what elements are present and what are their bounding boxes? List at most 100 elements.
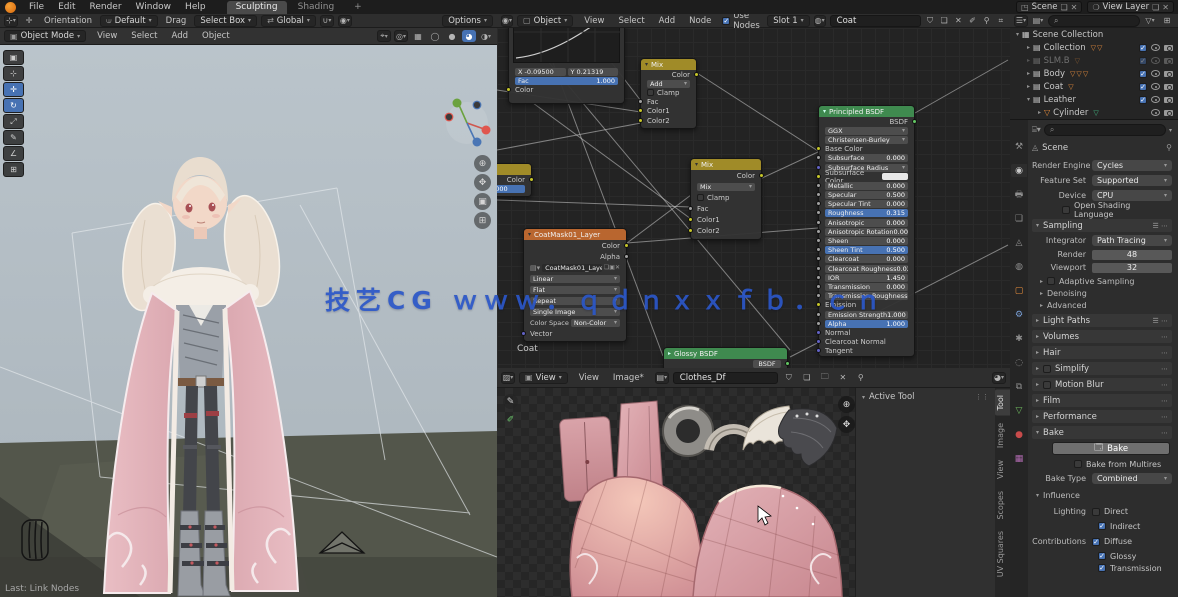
principled-row-ggx[interactable]: GGX▾ [819, 126, 914, 135]
image-menu-view[interactable]: View [572, 371, 606, 385]
properties-tab-object[interactable]: ▢ [1011, 284, 1027, 297]
hide-eye-icon[interactable] [1151, 44, 1160, 51]
exclude-checkbox[interactable]: ✓ [1139, 83, 1147, 91]
exclude-checkbox[interactable]: ✓ [1139, 57, 1147, 65]
shading-rendered-icon[interactable]: ◑▾ [479, 30, 493, 42]
unlink-material-icon[interactable]: ✕ [953, 15, 963, 27]
viewport-ortho-grid-icon[interactable]: ⊞ [474, 212, 491, 229]
properties-tab-data[interactable]: ▽ [1011, 404, 1027, 417]
mix-mix-color1-input[interactable]: Color1 [691, 214, 761, 225]
outliner-filter-icon[interactable]: ▽▾ [1143, 15, 1157, 27]
shader-type-dropdown[interactable]: ▢Object▾ [517, 15, 573, 27]
sidebar-tab-tool[interactable]: Tool [995, 390, 1010, 416]
properties-tab-output[interactable]: 🖶 [1011, 188, 1027, 201]
input-socket[interactable] [816, 220, 821, 225]
workspace-tab-sculpting[interactable]: Sculpting [227, 1, 287, 14]
section-options-icon[interactable]: ⋯ [1161, 349, 1168, 357]
disable-render-camera-icon[interactable] [1164, 58, 1173, 64]
mix-mix-color2-input[interactable]: Color2 [691, 225, 761, 236]
principled-row-roughness[interactable]: Roughness0.315 [819, 209, 914, 218]
outliner-row-coat[interactable]: ▸▤Coat▽✓ [1010, 80, 1178, 93]
sampling-section-header[interactable]: ▾Sampling☰ ⋯ [1032, 219, 1172, 232]
node-menu-select[interactable]: Select [611, 14, 651, 28]
curves-fac-slider[interactable]: Fac1.000 [515, 77, 618, 85]
workspace-tab-shading[interactable]: Shading [289, 1, 344, 14]
outliner-display-mode-icon[interactable]: ☰▾ [1014, 15, 1028, 27]
value-slider[interactable]: Anisotropic Rotation0.000 [825, 228, 908, 236]
influence-subpanel-header[interactable]: ▾Influence [1032, 489, 1172, 501]
mix-add-clamp-checkbox[interactable] [647, 89, 654, 96]
properties-tab-texture[interactable]: ▦ [1011, 452, 1027, 465]
image-pan-hand-icon[interactable]: ✥ [838, 416, 855, 433]
feature-set-dropdown[interactable]: Supported▾ [1092, 175, 1172, 186]
rgb-curves-node[interactable]: X -0.09500 Y 0.21319 Fac1.000 Color [508, 28, 625, 104]
properties-tab-tool[interactable]: ⚒ [1011, 140, 1027, 153]
edge-clipped-node[interactable]: Color 1.000 [497, 163, 532, 197]
color-swatch[interactable] [882, 173, 908, 180]
bake-section-header[interactable]: ▾Bake⋯ [1032, 426, 1172, 439]
subpanel-advanced[interactable]: ▸Advanced [1032, 299, 1172, 311]
sidebar-tab-scopes[interactable]: Scopes [995, 486, 1010, 525]
scene-selector[interactable]: ◳ Scene ❏ ✕ [1016, 1, 1082, 13]
value-slider[interactable]: Alpha1.000 [825, 320, 908, 328]
hide-eye-icon[interactable] [1151, 57, 1160, 64]
tool-scale-button[interactable]: ⤢ [3, 114, 24, 129]
subpanel-adaptive-sampling[interactable]: ▸Adaptive Sampling [1032, 275, 1172, 287]
image-draw-tool-icon[interactable]: ✎ [503, 394, 518, 409]
drag-dropdown[interactable]: Select Box▾ [194, 15, 257, 27]
expand-arrow[interactable]: ▸ [1024, 44, 1033, 51]
render-engine-dropdown[interactable]: Cycles▾ [1092, 160, 1172, 171]
gizmo-dropdown-icon[interactable]: ⌖▾ [377, 30, 391, 42]
principled-row-base-color[interactable]: Base Color [819, 145, 914, 154]
mode-dropdown[interactable]: ▣Object Mode▾ [4, 30, 86, 42]
outliner-row-slm-b[interactable]: ▸▤SLM.B▽✓ [1010, 54, 1178, 67]
lighting-direct-checkbox[interactable] [1092, 508, 1100, 516]
node-menu-view[interactable]: View [577, 14, 611, 28]
contrib-glossy-checkbox[interactable]: ✓ [1098, 552, 1106, 560]
render-samples-field[interactable]: 48 [1092, 250, 1172, 260]
browse-image-icon[interactable]: ▤▾ [655, 372, 669, 384]
workspace-tab-[interactable]: + [345, 1, 371, 14]
principled-row-clearcoat-roughness[interactable]: Clearcoat Roughness0.030 [819, 264, 914, 273]
image-pin-icon[interactable]: ⚲ [854, 372, 868, 384]
orientation-dropdown[interactable]: ⟒Default▾ [100, 15, 158, 27]
section-hair[interactable]: ▸Hair⋯ [1032, 346, 1172, 359]
new-view-layer-icon[interactable]: ❏ [1152, 3, 1159, 12]
glossy-bsdf-node[interactable]: ▸Glossy BSDF BSDF [663, 347, 788, 368]
principled-row-clearcoat-normal[interactable]: Clearcoat Normal [819, 338, 914, 347]
section-options-icon[interactable]: ⋯ [1161, 333, 1168, 341]
snap-node-icon[interactable]: ⌗ [996, 15, 1006, 27]
view-layer-selector[interactable]: ❍ View Layer ❏ ✕ [1087, 1, 1174, 13]
disable-render-camera-icon[interactable] [1164, 110, 1173, 116]
principled-row-metallic[interactable]: Metallic0.000 [819, 181, 914, 190]
value-slider[interactable]: Subsurface0.000 [825, 154, 908, 162]
bake-type-dropdown[interactable]: Combined▾ [1092, 473, 1172, 484]
principled-row-bsdf[interactable]: BSDF [819, 117, 914, 126]
section-options-icon[interactable]: ⋯ [1161, 381, 1168, 389]
viewport-pan-hand-icon[interactable]: ✥ [474, 174, 491, 191]
image-fake-user-icon[interactable]: ⛉ [782, 372, 796, 384]
mix-add-color-output[interactable]: Color [641, 70, 696, 79]
expand-arrow[interactable]: ▸ [1024, 83, 1033, 90]
mix-add-fac-input[interactable]: Fac [641, 98, 696, 107]
hide-eye-icon[interactable] [1151, 96, 1160, 103]
value-slider[interactable]: Roughness0.315 [825, 209, 908, 217]
sidebar-tab-view[interactable]: View [995, 455, 1010, 484]
node-menu-add[interactable]: Add [652, 14, 682, 28]
vector-input[interactable]: Vector [524, 328, 626, 339]
image-mode-dropdown[interactable]: ▣View▾ [519, 372, 568, 384]
image-datablock-field[interactable]: CoatMask01_Layer [542, 264, 602, 272]
expand-arrow[interactable]: ▾ [1013, 31, 1022, 38]
tool-select-box-button[interactable]: ▣ [3, 50, 24, 65]
value-slider[interactable]: Anisotropic0.000 [825, 219, 908, 227]
principled-row-anisotropic[interactable]: Anisotropic0.000 [819, 218, 914, 227]
snap-magnet-icon[interactable]: ∪▾ [320, 15, 334, 27]
properties-tab-particles[interactable]: ✱ [1011, 332, 1027, 345]
contrib-transmission-checkbox[interactable]: ✓ [1098, 564, 1106, 572]
section-options-icon[interactable]: ⋯ [1161, 397, 1168, 405]
input-socket[interactable] [816, 210, 821, 215]
material-name-field[interactable]: Coat [830, 15, 921, 27]
image-color-output[interactable]: Color [524, 240, 626, 251]
properties-tab-scene[interactable]: ◬ [1011, 236, 1027, 249]
bake-button[interactable]: 🗔Bake [1052, 442, 1170, 455]
